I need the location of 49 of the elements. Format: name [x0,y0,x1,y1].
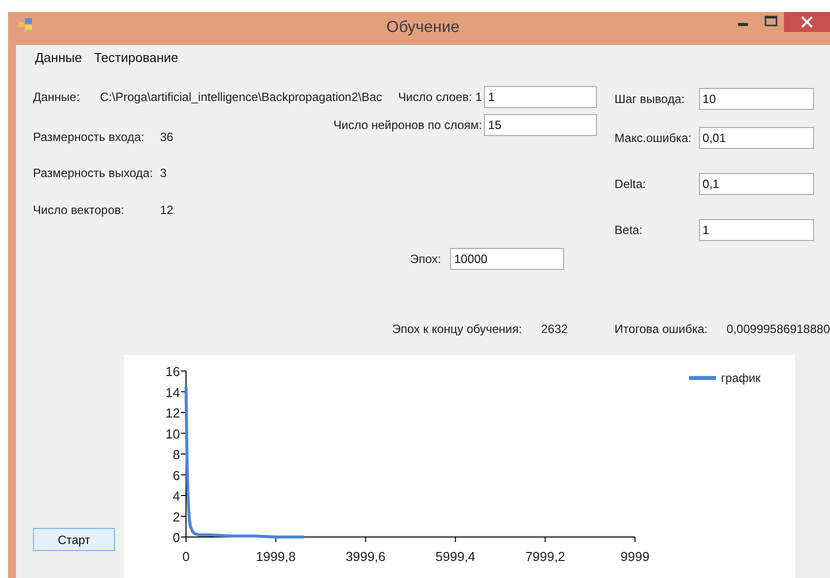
field-label: Число нейронов по слоям: [334,118,482,132]
file-path: C:\Proga\artificial_intelligence\Backpropagation2\Bac [100,90,382,104]
axis-label: 0 [182,549,190,564]
axis-label: 0 [172,530,180,545]
input-field[interactable]: 10000 [450,248,564,270]
input-field[interactable]: 0,1 [698,173,814,195]
legend-label: график [721,371,761,385]
axis-label: 2 [172,509,180,524]
axis-label: 9999 [620,549,650,564]
field-label: Эпох: [410,252,442,266]
input-field[interactable]: 10 [698,88,814,110]
axis-label: 14 [166,384,180,400]
field-label: Эпох к концу обучения: [392,322,523,336]
axis-label: 8 [172,447,180,462]
field-label: Данные: [33,90,81,104]
maximize-icon[interactable] [764,14,778,28]
field-value: 0,00999586918880 [726,322,830,336]
input-field[interactable]: 15 [484,114,598,136]
close-icon[interactable] [784,12,830,32]
input-field[interactable]: 1 [698,219,814,241]
axis-label: 6 [172,468,180,483]
axis-label: 16 [166,364,180,379]
axis-label: 5999,4 [436,549,476,564]
field-label: Число слоев: 1 [398,90,482,104]
axis-label: 10 [166,426,180,442]
axis-label: 3999,6 [346,549,386,564]
axis-label: 1999,8 [256,549,296,564]
field-label: Beta: [614,223,644,237]
field-label: Итогова ошибка: [614,322,709,336]
field-label: Размерность выхода: [33,166,154,180]
axis-label: 12 [166,406,180,420]
start-button[interactable]: Старт [33,528,115,551]
field-value: 3 [160,166,167,180]
input-field[interactable]: 1 [484,86,598,108]
field-value: 2632 [541,322,568,336]
menu-item[interactable]: Тестирование [88,48,184,67]
field-label: Шаг вывода: [614,92,686,106]
axis-label: 7999,2 [525,549,566,564]
app-icon [19,18,33,30]
axis-label: 4 [172,488,180,504]
field-label: Число векторов: [33,203,126,217]
window-title: Обучение [386,19,460,37]
field-label: Размерность входа: [33,130,146,144]
field-value: 36 [160,130,174,144]
field-label: Delta: [614,177,647,191]
input-field[interactable]: 0,01 [698,127,814,149]
field-label: Макс.ошибка: [614,131,692,145]
menu-item[interactable]: Данные [30,48,87,67]
field-value: 12 [160,203,174,217]
